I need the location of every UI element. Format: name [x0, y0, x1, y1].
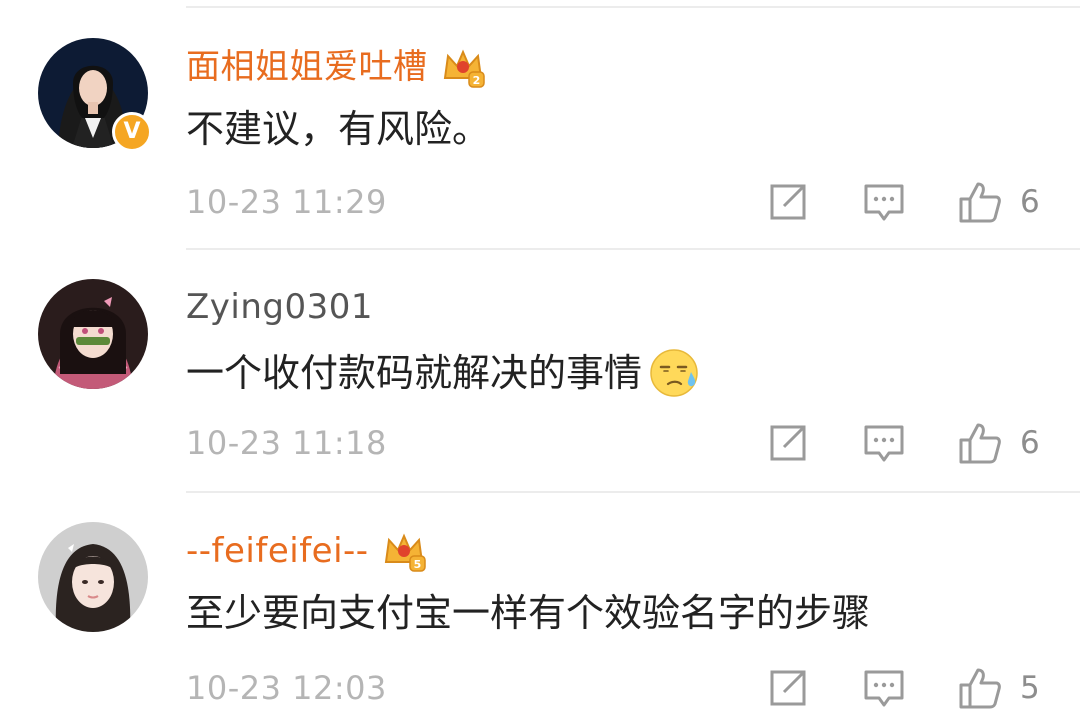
divider-line	[186, 491, 1080, 493]
comment-icon[interactable]	[862, 421, 906, 465]
like-count: 6	[1020, 184, 1040, 220]
avatar[interactable]	[38, 279, 148, 389]
comment-text-body: 一个收付款码就解决的事情	[186, 351, 643, 395]
thumbs-up-icon[interactable]	[958, 421, 1002, 465]
username[interactable]: 面相姐姐爱吐槽 2	[186, 44, 486, 90]
repost-icon[interactable]	[766, 421, 810, 465]
username[interactable]: --feifeifei-- 5	[186, 528, 427, 574]
username-text: --feifeifei--	[186, 531, 369, 571]
comment-icon[interactable]	[862, 666, 906, 710]
divider-line	[186, 248, 1080, 250]
comment-text-body: 至少要向支付宝一样有个效验名字的步骤	[186, 591, 871, 635]
like-count: 5	[1020, 670, 1040, 706]
thumbs-up-icon[interactable]	[958, 180, 1002, 224]
verified-badge: V	[112, 112, 152, 152]
member-level: 5	[413, 558, 421, 571]
comment-list: V 面相姐姐爱吐槽 2 不建议，有风险。 10-23 11:29 6 Zying…	[0, 0, 1080, 728]
username-text: 面相姐姐爱吐槽	[186, 47, 428, 87]
timestamp: 10-23 11:18	[186, 424, 387, 462]
timestamp: 10-23 11:29	[186, 183, 387, 221]
like-count: 6	[1020, 425, 1040, 461]
vip-crown-icon: 2	[443, 49, 485, 88]
comment-item: V 面相姐姐爱吐槽 2 不建议，有风险。 10-23 11:29 6	[0, 8, 1080, 251]
username[interactable]: Zying0301	[186, 285, 373, 329]
comment-item: Zying0301 一个收付款码就解决的事情 10-23 11:18 6	[0, 251, 1080, 494]
timestamp: 10-23 12:03	[186, 669, 387, 707]
comment-text-body: 不建议，有风险。	[186, 107, 491, 151]
member-level: 2	[472, 74, 480, 87]
repost-icon[interactable]	[766, 666, 810, 710]
comment-text: 一个收付款码就解决的事情	[186, 347, 700, 399]
comment-icon[interactable]	[862, 180, 906, 224]
repost-icon[interactable]	[766, 180, 810, 224]
comment-text: 不建议，有风险。	[186, 104, 490, 154]
avatar[interactable]	[38, 522, 148, 632]
vip-crown-icon: 5	[384, 533, 426, 572]
comment-text: 至少要向支付宝一样有个效验名字的步骤	[186, 588, 870, 638]
comment-item: --feifeifei-- 5 至少要向支付宝一样有个效验名字的步骤 10-23…	[0, 494, 1080, 728]
username-text: Zying0301	[186, 287, 374, 327]
thumbs-up-icon[interactable]	[958, 666, 1002, 710]
sweat-emoji	[650, 349, 698, 397]
